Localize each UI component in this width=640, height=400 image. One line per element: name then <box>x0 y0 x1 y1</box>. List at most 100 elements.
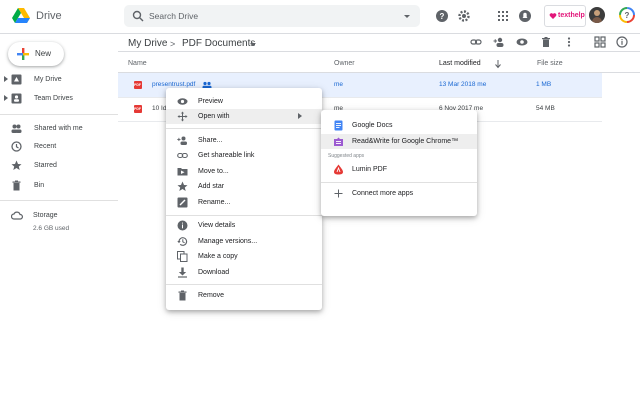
new-button-label: New <box>35 49 52 58</box>
sidebar-item-recent[interactable]: Recent <box>0 139 118 155</box>
menu-item-preview[interactable]: Preview <box>166 94 322 109</box>
trash-icon <box>178 290 187 301</box>
file-name: 10 Id <box>152 105 167 112</box>
breadcrumb-current[interactable]: PDF Documents <box>182 38 255 49</box>
submenu-item-connect-more-apps[interactable]: Connect more apps <box>321 186 477 201</box>
file-owner: me <box>334 81 344 88</box>
history-icon <box>177 237 188 246</box>
more-vert-icon[interactable] <box>563 36 575 48</box>
info-icon[interactable] <box>616 36 628 48</box>
drive-logo-icon <box>12 8 30 23</box>
suggested-apps-label: Suggested apps <box>328 153 365 159</box>
pdf-file-icon: PDF <box>134 81 142 89</box>
storage-used-text: 2.6 GB used <box>33 225 70 232</box>
file-size: 54 MB <box>536 105 555 112</box>
file-context-menu: Preview Open with Share... Get shareable… <box>166 88 322 310</box>
menu-divider <box>166 128 322 129</box>
settings-icon[interactable] <box>457 9 471 23</box>
file-name: presentrust.pdf <box>152 81 196 88</box>
pdf-file-icon: PDF <box>134 105 142 113</box>
sort-arrow-down-icon[interactable] <box>494 59 502 69</box>
eye-icon[interactable] <box>516 36 528 48</box>
cloud-icon <box>11 211 23 220</box>
breadcrumb-separator: > <box>170 39 176 49</box>
top-bar: Drive Search Drive ? texthelp ? <box>0 0 640 34</box>
sidebar-item-label: Team Drives <box>34 95 73 102</box>
folder-options-caret-icon[interactable] <box>249 40 257 48</box>
menu-divider <box>166 215 322 216</box>
storage-label: Storage <box>33 212 58 219</box>
google-account-icon[interactable]: ? <box>619 7 635 23</box>
breadcrumb-root[interactable]: My Drive <box>128 38 167 49</box>
shared-icon <box>11 124 22 133</box>
column-header-owner[interactable]: Owner <box>334 60 355 67</box>
sidebar-item-my-drive[interactable]: My Drive <box>0 72 118 88</box>
menu-item-share[interactable]: Share... <box>166 133 322 148</box>
menu-item-label: View details <box>198 222 236 229</box>
menu-item-get-shareable-link[interactable]: Get shareable link <box>166 148 322 163</box>
plus-icon <box>17 48 29 60</box>
search-box[interactable]: Search Drive <box>124 5 420 27</box>
help-icon[interactable]: ? <box>435 9 449 23</box>
menu-item-move-to[interactable]: Move to... <box>166 164 322 179</box>
submenu-item-readwrite[interactable]: Read&Write for Google Chrome™ <box>321 134 477 149</box>
menu-item-label: Add star <box>198 183 225 190</box>
submenu-arrow-icon <box>298 113 302 119</box>
menu-item-view-details[interactable]: View details <box>166 218 322 233</box>
column-header-last-modified[interactable]: Last modified <box>439 60 481 67</box>
grid-view-icon[interactable] <box>594 36 606 48</box>
menu-item-rename[interactable]: Rename... <box>166 195 322 210</box>
trash-icon <box>12 180 21 191</box>
menu-item-remove[interactable]: Remove <box>166 288 322 303</box>
file-size: 1 MB <box>536 81 552 88</box>
submenu-item-label: Lumin PDF <box>352 166 388 173</box>
rename-icon <box>177 197 188 208</box>
sidebar-item-starred[interactable]: Starred <box>0 158 118 174</box>
search-input[interactable]: Search Drive <box>149 11 198 21</box>
menu-item-label: Make a copy <box>198 253 238 260</box>
apps-grid-icon[interactable] <box>496 9 510 23</box>
sidebar-item-storage[interactable]: Storage <box>0 208 118 224</box>
menu-item-add-star[interactable]: Add star <box>166 179 322 194</box>
menu-item-download[interactable]: Download <box>166 265 322 280</box>
open-with-submenu: Google Docs Read&Write for Google Chrome… <box>321 110 477 216</box>
texthelp-extension-button[interactable]: texthelp <box>544 5 586 27</box>
menu-item-label: Preview <box>198 98 223 105</box>
column-header-file-size[interactable]: File size <box>537 60 563 67</box>
menu-item-label: Manage versions... <box>198 238 258 245</box>
sidebar-item-shared-with-me[interactable]: Shared with me <box>0 121 118 137</box>
link-icon[interactable] <box>470 36 482 48</box>
trash-icon[interactable] <box>540 36 552 48</box>
sidebar-item-label: Starred <box>34 162 57 169</box>
my-drive-icon <box>11 74 22 85</box>
submenu-item-lumin-pdf[interactable]: Lumin PDF <box>321 162 477 177</box>
expand-arrow-icon[interactable] <box>4 95 8 101</box>
search-icon <box>132 10 144 22</box>
google-docs-icon <box>334 120 343 131</box>
avatar[interactable] <box>589 7 605 23</box>
sidebar-divider <box>0 200 118 201</box>
submenu-item-google-docs[interactable]: Google Docs <box>321 118 477 133</box>
share-person-icon[interactable] <box>493 36 505 48</box>
sidebar-item-bin[interactable]: Bin <box>0 178 118 194</box>
new-button[interactable]: New <box>8 42 64 66</box>
search-options-caret-icon[interactable] <box>402 10 412 22</box>
star-icon <box>11 160 22 170</box>
column-header-name[interactable]: Name <box>128 60 147 67</box>
drive-logo[interactable]: Drive <box>12 8 62 24</box>
lumin-pdf-icon <box>334 164 343 175</box>
expand-arrow-icon[interactable] <box>4 76 8 82</box>
menu-item-label: Get shareable link <box>198 152 255 159</box>
submenu-item-label: Read&Write for Google Chrome™ <box>352 138 459 145</box>
sidebar-divider <box>0 114 118 115</box>
menu-item-label: Rename... <box>198 199 231 206</box>
menu-item-manage-versions[interactable]: Manage versions... <box>166 234 322 249</box>
svg-text:?: ? <box>625 11 630 20</box>
submenu-item-label: Google Docs <box>352 122 393 129</box>
menu-item-make-a-copy[interactable]: Make a copy <box>166 249 322 264</box>
sidebar-item-team-drives[interactable]: Team Drives <box>0 91 118 107</box>
notifications-icon[interactable] <box>518 9 532 23</box>
menu-item-open-with[interactable]: Open with <box>166 109 322 124</box>
move-arrows-icon <box>177 111 188 122</box>
plus-icon <box>334 189 343 198</box>
